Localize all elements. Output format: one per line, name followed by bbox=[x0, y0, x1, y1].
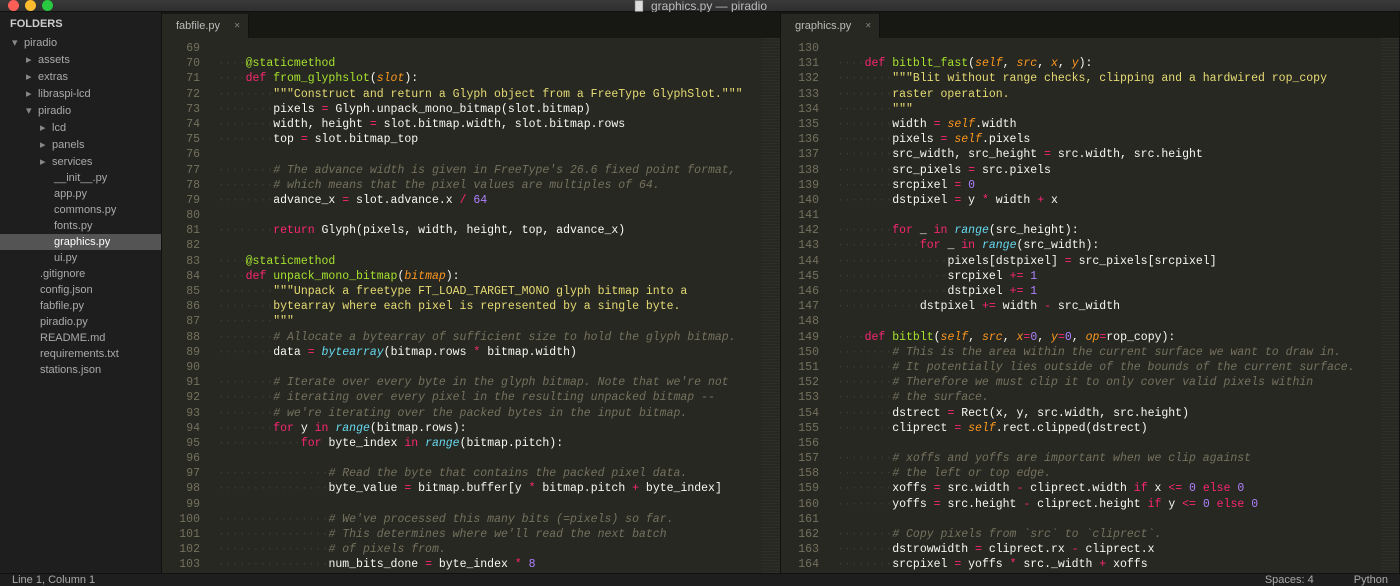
tabbar-left[interactable]: fabfile.py × bbox=[162, 12, 780, 38]
statusbar: Line 1, Column 1 Spaces: 4 Python bbox=[0, 573, 1400, 586]
tree-item[interactable]: panels bbox=[0, 136, 161, 153]
tree-item[interactable]: services bbox=[0, 153, 161, 170]
tab-label: fabfile.py bbox=[176, 20, 220, 32]
sidebar-header: FOLDERS bbox=[0, 12, 161, 34]
tree-item[interactable]: piradio bbox=[0, 34, 161, 51]
file-icon bbox=[633, 0, 645, 12]
tree-item[interactable]: libraspi-lcd bbox=[0, 85, 161, 102]
minimap-left[interactable] bbox=[762, 38, 780, 573]
tree-item[interactable]: lcd bbox=[0, 119, 161, 136]
close-window-button[interactable] bbox=[8, 0, 19, 11]
gutter-right: 1301311321331341351361371381391401411421… bbox=[781, 38, 831, 573]
tree-item[interactable]: fonts.py bbox=[0, 218, 161, 234]
minimize-window-button[interactable] bbox=[25, 0, 36, 11]
sidebar[interactable]: FOLDERS piradio assets extras libraspi-l… bbox=[0, 12, 162, 573]
window-controls bbox=[8, 0, 53, 11]
gutter-left: 6970717273747576777879808182838485868788… bbox=[162, 38, 212, 573]
tab-graphics[interactable]: graphics.py × bbox=[781, 14, 880, 38]
editor-pane-left: fabfile.py × 697071727374757677787980818… bbox=[162, 12, 781, 573]
titlebar: graphics.py — piradio bbox=[0, 0, 1400, 12]
status-cursor: Line 1, Column 1 bbox=[12, 574, 95, 586]
tree-item[interactable]: fabfile.py bbox=[0, 298, 161, 314]
tree-item[interactable]: app.py bbox=[0, 186, 161, 202]
editor-left[interactable]: 6970717273747576777879808182838485868788… bbox=[162, 38, 780, 573]
tab-fabfile[interactable]: fabfile.py × bbox=[162, 14, 249, 38]
code-left[interactable]: ····@staticmethod····def from_glyphslot(… bbox=[212, 38, 780, 573]
tree-item[interactable]: stations.json bbox=[0, 362, 161, 378]
folder-tree[interactable]: piradio assets extras libraspi-lcd pirad… bbox=[0, 34, 161, 378]
tab-label: graphics.py bbox=[795, 20, 851, 32]
window-title: graphics.py — piradio bbox=[633, 0, 767, 13]
tree-item[interactable]: .gitignore bbox=[0, 266, 161, 282]
tab-close-icon[interactable]: × bbox=[234, 21, 240, 32]
tree-item[interactable]: piradio.py bbox=[0, 314, 161, 330]
editor-right[interactable]: 1301311321331341351361371381391401411421… bbox=[781, 38, 1399, 573]
tree-item[interactable]: piradio bbox=[0, 102, 161, 119]
zoom-window-button[interactable] bbox=[42, 0, 53, 11]
tree-item[interactable]: ui.py bbox=[0, 250, 161, 266]
code-right[interactable]: ····def bitblt_fast(self, src, x, y): ··… bbox=[831, 38, 1399, 573]
minimap-right[interactable] bbox=[1381, 38, 1399, 573]
status-language[interactable]: Python bbox=[1354, 574, 1388, 586]
editor-pane-right: graphics.py × 13013113213313413513613713… bbox=[781, 12, 1400, 573]
tree-item[interactable]: requirements.txt bbox=[0, 346, 161, 362]
tree-item[interactable]: graphics.py bbox=[0, 234, 161, 250]
tree-item[interactable]: assets bbox=[0, 51, 161, 68]
tree-item[interactable]: config.json bbox=[0, 282, 161, 298]
window-title-text: graphics.py — piradio bbox=[651, 0, 767, 13]
tabbar-right[interactable]: graphics.py × bbox=[781, 12, 1399, 38]
tree-item[interactable]: extras bbox=[0, 68, 161, 85]
status-indent[interactable]: Spaces: 4 bbox=[1265, 574, 1314, 586]
tree-item[interactable]: __init__.py bbox=[0, 170, 161, 186]
tree-item[interactable]: README.md bbox=[0, 330, 161, 346]
tab-close-icon[interactable]: × bbox=[865, 21, 871, 32]
tree-item[interactable]: commons.py bbox=[0, 202, 161, 218]
